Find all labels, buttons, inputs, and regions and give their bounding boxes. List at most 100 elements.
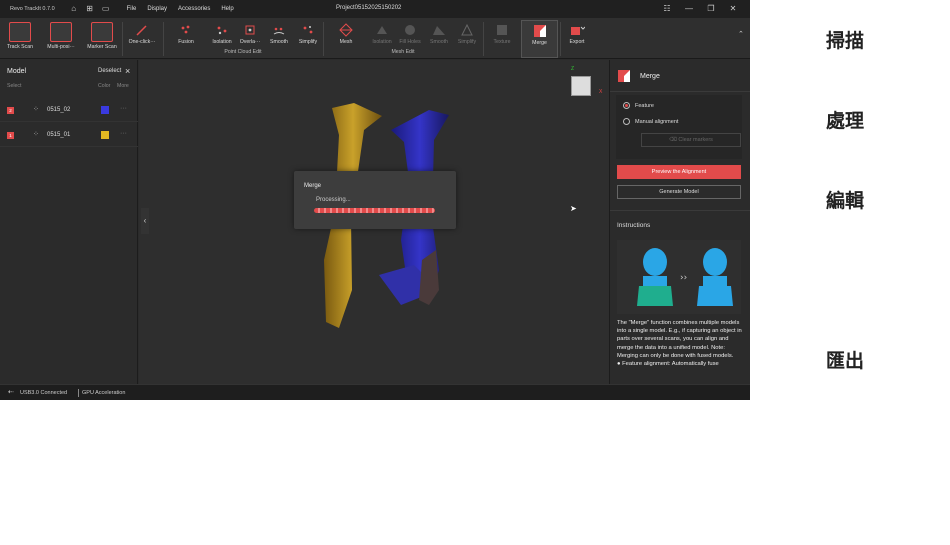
simplify-icon [303,26,313,34]
instructions-illustration: ›› [617,240,741,314]
view-cube[interactable] [571,76,591,96]
app-name: Revo TrackIt 0.7.0 [10,6,55,12]
deselect-button[interactable]: Deselect [98,68,121,74]
side-label-scan: 掃描 [826,30,865,52]
status-bar: ⇠ USB3.0 Connected GPU Acceleration [0,384,750,400]
mouse-cursor-icon: ➤ [570,204,577,213]
collapse-toolbar-icon[interactable]: ⌃ [738,30,744,38]
model-sidebar: Model Deselect × Select Color More 2 ⁘ 0… [0,60,138,384]
processing-dialog: Merge Processing... [294,171,456,229]
side-label-edit: 編輯 [826,190,865,212]
menu-display[interactable]: Display [147,6,167,12]
side-label-process: 處理 [826,110,865,132]
merge-icon [533,25,546,37]
model-row[interactable]: 1 ⁘ 0515_01 ··· [0,123,138,147]
track-scan-icon [9,22,31,42]
model-name: 0515_01 [47,132,71,138]
model-name: 0515_02 [47,107,71,113]
fill-holes-icon [405,25,415,35]
usb-icon: ⇠ [8,389,14,396]
instructions-title: Instructions [617,222,651,229]
model-color-swatch[interactable] [101,131,109,139]
eraser-icon: ⌫ [669,137,677,143]
clear-markers-button[interactable]: ⌫ Clear markers [641,133,741,147]
mesh-simplify-icon [461,23,473,36]
track-scan-button[interactable]: Track Scan [4,20,36,58]
preview-alignment-button[interactable]: Preview the Alignment [617,165,741,179]
model-index-badge[interactable]: 2 [7,107,14,114]
divider [610,210,750,211]
marker-scan-icon [91,22,113,42]
generate-model-button[interactable]: Generate Model [617,185,741,199]
model-index-badge[interactable]: 1 [7,132,14,139]
bust-before-icon [637,248,673,306]
gpu-status: GPU Acceleration [82,390,126,396]
new-project-icon[interactable]: ⊞ [85,4,95,14]
smooth-icon [273,27,285,35]
marker-scan-button[interactable]: Marker Scan [84,20,120,58]
close-icon[interactable]: ✕ [722,2,744,16]
toolbar-divider [483,22,484,56]
multi-position-icon [50,22,72,42]
dialog-title: Merge [304,183,322,189]
export-button[interactable]: Export [564,20,590,58]
home-icon[interactable]: ⌂ [69,4,79,14]
point-cloud-icon: ⁘ [33,131,39,138]
column-more: More [117,83,129,89]
progress-bar [314,208,435,213]
merge-panel-title: Merge [640,73,660,80]
toolbar-divider [560,22,561,56]
merge-icon [618,70,630,82]
merge-button[interactable]: Merge [521,20,558,58]
one-click-button[interactable]: One-click··· [125,20,159,58]
isolation-icon [217,26,227,35]
instructions-text: The "Merge" function combines multiple m… [617,320,742,368]
collapse-sidebar-button[interactable]: ‹ [141,208,149,234]
overlap-icon [245,25,255,35]
side-label-export: 匯出 [826,350,865,372]
more-icon[interactable]: ··· [120,105,127,112]
fusion-icon [181,25,190,34]
toolbar-divider [122,22,123,56]
dialog-status: Processing... [316,197,351,203]
export-icon [571,26,585,35]
menu-help[interactable]: Help [221,6,233,12]
mesh-smooth-icon [433,26,445,35]
menu-file[interactable]: File [127,6,137,12]
texture-button[interactable]: Texture [488,20,516,58]
feature-label: Feature [635,103,654,109]
column-color: Color [98,83,111,89]
more-icon[interactable]: ··· [120,130,127,137]
manual-alignment-label: Manual alignment [635,119,679,125]
texture-icon [497,25,507,35]
app-window: Revo TrackIt 0.7.0 ⌂ ⊞ ▭ File Display Ac… [0,0,750,400]
wand-icon [136,25,147,36]
axis-z-icon: Z [571,66,575,72]
axis-x-icon: X [599,89,603,95]
menu-accessories[interactable]: Accessories [178,6,210,12]
mesh-icon [339,23,353,37]
model-row[interactable]: 2 ⁘ 0515_02 ··· [0,98,138,122]
merge-panel: Merge Feature Manual alignment ⌫ Clear m… [609,60,750,384]
model-color-swatch[interactable] [101,106,109,114]
status-divider [78,389,79,397]
connection-status: USB3.0 Connected [20,390,68,396]
title-bar: Revo TrackIt 0.7.0 ⌂ ⊞ ▭ File Display Ac… [0,0,750,18]
mesh-group-label: Mesh Edit [391,49,415,55]
settings-icon[interactable]: ☷ [656,2,678,16]
merge-panel-header: Merge [610,60,750,92]
manual-alignment-radio[interactable] [623,118,630,125]
sidebar-title: Model [7,68,27,75]
project-title: Project05152025150202 [336,5,402,11]
folder-icon[interactable]: ▭ [101,4,111,14]
mesh-isolation-icon [377,26,387,34]
alignment-options: Feature Manual alignment ⌫ Clear markers [616,95,742,159]
multi-position-button[interactable]: Multi-posi··· [42,20,80,58]
restore-icon[interactable]: ❐ [700,2,722,16]
window-controls: ☷ — ❐ ✕ [656,2,744,16]
feature-radio[interactable] [623,102,630,109]
minimize-icon[interactable]: — [678,2,700,16]
point-cloud-icon: ⁘ [33,106,39,113]
close-icon[interactable]: × [125,66,130,76]
bust-after-icon [697,248,733,306]
